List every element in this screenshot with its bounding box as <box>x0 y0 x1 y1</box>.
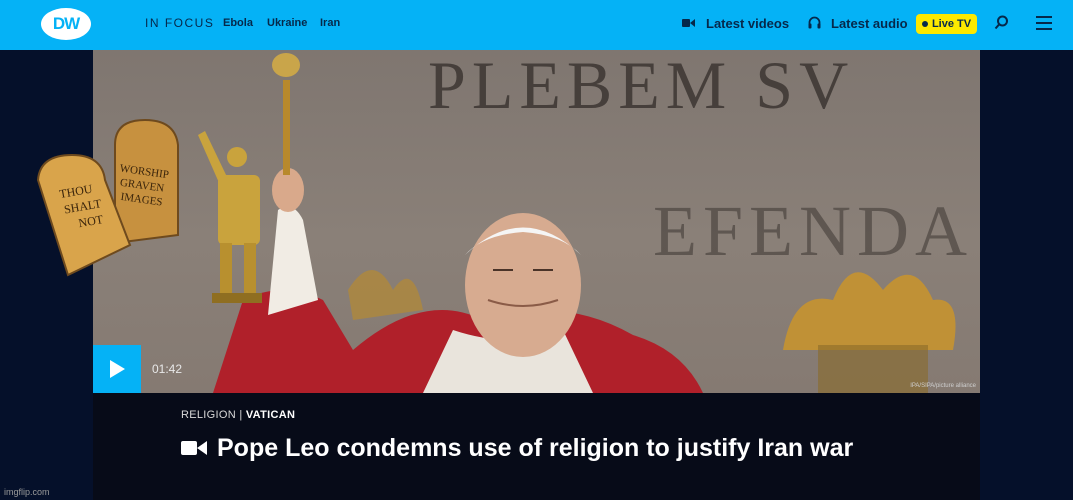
focus-link-ebola[interactable]: Ebola <box>223 17 253 29</box>
imgflip-watermark: imgflip.com <box>4 487 50 497</box>
headphones-icon <box>808 16 821 29</box>
live-tv-label: Live TV <box>931 18 972 30</box>
gold-statue-image <box>198 131 262 303</box>
focus-link-ukraine[interactable]: Ukraine <box>267 17 307 29</box>
in-focus-label: IN FOCUS <box>145 16 215 30</box>
photo-credit: IPA/SIPA/picture alliance <box>910 383 976 389</box>
play-button[interactable] <box>93 345 141 393</box>
play-icon <box>110 360 125 378</box>
face <box>465 213 581 357</box>
commandments-tablets-image: WORSHIP GRAVEN IMAGES THOU SHALT NOT <box>36 118 179 277</box>
kicker-separator: | <box>235 409 246 421</box>
video-camera-icon <box>682 19 695 27</box>
gold-ornament-left <box>348 270 423 320</box>
video-duration: 01:42 <box>152 362 183 376</box>
live-dot-icon <box>921 21 928 27</box>
gold-ornament-right <box>783 272 956 393</box>
category-link[interactable]: RELIGION <box>181 409 236 421</box>
aspergillum-head <box>272 53 300 77</box>
top-nav-bar: DW IN FOCUS Ebola Ukraine Iran Latest vi… <box>0 0 1073 50</box>
latest-audio-link[interactable]: Latest audio <box>831 16 908 31</box>
article-headline[interactable]: Pope Leo condemns use of religion to jus… <box>181 432 901 464</box>
live-tv-button[interactable]: Live TV <box>916 14 977 34</box>
meme-overlay: WORSHIP GRAVEN IMAGES THOU SHALT NOT <box>36 118 262 303</box>
logo-text: DW <box>52 14 80 33</box>
search-icon[interactable] <box>994 15 1009 30</box>
latest-videos-link[interactable]: Latest videos <box>706 16 789 31</box>
focus-link-iran[interactable]: Iran <box>320 17 340 29</box>
article-kicker: RELIGION | VATICAN <box>181 409 295 421</box>
dw-logo[interactable]: DW <box>41 8 91 40</box>
subcategory-link[interactable]: VATICAN <box>246 409 295 421</box>
hamburger-menu-icon[interactable] <box>1036 16 1052 30</box>
